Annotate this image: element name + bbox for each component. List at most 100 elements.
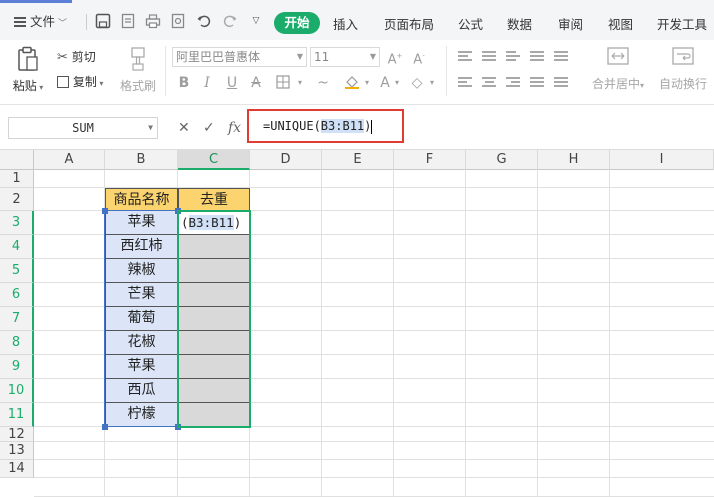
chevron-down-icon[interactable]: ▾	[296, 75, 304, 91]
column-header-e[interactable]: E	[322, 150, 394, 170]
bold-icon[interactable]: B	[177, 75, 191, 91]
print-icon[interactable]	[145, 13, 161, 29]
align-right-icon[interactable]	[506, 77, 520, 89]
column-header-d[interactable]: D	[250, 150, 322, 170]
row-header-7[interactable]: 7	[0, 307, 34, 331]
column-header-b[interactable]: B	[105, 150, 178, 170]
row-header-3[interactable]: 3	[0, 211, 34, 235]
active-cell-c3[interactable]: (B3:B11)	[178, 211, 250, 235]
align-top-icon[interactable]	[458, 51, 472, 63]
distributed-icon[interactable]	[554, 77, 568, 89]
cell-b7[interactable]: 葡萄	[105, 307, 178, 331]
tab-review[interactable]: 审阅	[558, 14, 583, 33]
range-resize-handle[interactable]	[102, 424, 108, 430]
tab-home[interactable]: 开始	[274, 12, 320, 34]
cell-b3[interactable]: 苹果	[105, 211, 178, 235]
cell-c11[interactable]	[178, 403, 250, 427]
align-middle-icon[interactable]	[482, 51, 496, 63]
paste-button[interactable]: 粘贴 ▾	[10, 46, 46, 102]
column-header-g[interactable]: G	[466, 150, 538, 170]
fill-color-icon[interactable]	[343, 75, 361, 91]
spreadsheet-grid[interactable]: ABCDEFGHI 1 2 3 4 5 6 7 8 9 10 11 12 13 14 商品名称 去重 苹果 (B…	[0, 150, 714, 497]
decrease-font-icon[interactable]: A-	[411, 48, 427, 67]
justify-icon[interactable]	[530, 77, 544, 89]
border-icon[interactable]	[274, 75, 292, 91]
cell-c5[interactable]	[178, 259, 250, 283]
wrap-text-button[interactable]: 自动换行	[654, 46, 712, 102]
quick-access-more-icon[interactable]: ▽	[248, 13, 264, 29]
strikethrough-icon[interactable]: A	[249, 75, 263, 91]
range-resize-handle[interactable]	[175, 424, 181, 430]
font-name-select[interactable]: 阿里巴巴普惠体 ▼	[172, 47, 307, 67]
align-bottom-icon[interactable]	[506, 51, 520, 63]
cell-b5[interactable]: 辣椒	[105, 259, 178, 283]
column-header-i[interactable]: I	[610, 150, 714, 170]
copy-button[interactable]: 复制 ▾	[57, 73, 103, 91]
cell-b11[interactable]: 柠檬	[105, 403, 178, 427]
cancel-formula-icon[interactable]: ✕	[178, 120, 190, 136]
font-size-select[interactable]: 11 ▼	[310, 47, 380, 67]
cell-b4[interactable]: 西红柿	[105, 235, 178, 259]
align-left-icon[interactable]	[458, 77, 472, 89]
name-box[interactable]: SUM ▼	[8, 117, 158, 139]
cell-b9[interactable]: 苹果	[105, 355, 178, 379]
tab-developer[interactable]: 开发工具	[657, 14, 707, 33]
column-header-c[interactable]: C	[178, 150, 250, 170]
row-header-13[interactable]: 13	[0, 442, 34, 460]
row-header-8[interactable]: 8	[0, 331, 34, 355]
italic-icon[interactable]: I	[200, 75, 214, 91]
row-header-5[interactable]: 5	[0, 259, 34, 283]
file-menu[interactable]: 文件 ﹀	[14, 12, 67, 32]
range-resize-handle[interactable]	[175, 208, 181, 214]
row-header-10[interactable]: 10	[0, 379, 34, 403]
confirm-formula-icon[interactable]: ✓	[203, 120, 215, 136]
select-all-corner[interactable]	[0, 150, 34, 170]
chevron-down-icon[interactable]: ▾	[428, 75, 436, 91]
chevron-down-icon[interactable]: ▾	[393, 75, 401, 91]
row-header-6[interactable]: 6	[0, 283, 34, 307]
row-header-14[interactable]: 14	[0, 460, 34, 478]
column-header-h[interactable]: H	[538, 150, 610, 170]
format-painter-button[interactable]: 格式刷	[118, 46, 158, 102]
column-header-f[interactable]: F	[394, 150, 466, 170]
chevron-down-icon[interactable]: ▾	[363, 75, 371, 91]
cell-c4[interactable]	[178, 235, 250, 259]
row-header-1[interactable]: 1	[0, 170, 34, 188]
export-pdf-icon[interactable]	[120, 13, 136, 29]
undo-icon[interactable]	[196, 13, 212, 29]
cell-c6[interactable]	[178, 283, 250, 307]
cell-b8[interactable]: 花椒	[105, 331, 178, 355]
column-header-a[interactable]: A	[34, 150, 105, 170]
merge-center-button[interactable]: 合并居中▾	[588, 46, 648, 102]
redo-icon[interactable]	[222, 13, 238, 29]
row-header-11[interactable]: 11	[0, 403, 34, 427]
header-cell-product-name[interactable]: 商品名称	[105, 188, 178, 211]
save-icon[interactable]	[95, 13, 111, 29]
cell-c9[interactable]	[178, 355, 250, 379]
indent-decrease-icon[interactable]	[554, 51, 568, 63]
insert-function-icon[interactable]: fx	[228, 120, 241, 136]
cell-b10[interactable]: 西瓜	[105, 379, 178, 403]
underline-icon[interactable]: U	[225, 75, 239, 91]
font-color-icon[interactable]: A	[378, 75, 392, 91]
row-header-2[interactable]: 2	[0, 188, 34, 211]
header-cell-dedupe[interactable]: 去重	[178, 188, 250, 211]
row-header-12[interactable]: 12	[0, 427, 34, 442]
tab-insert[interactable]: 插入	[333, 14, 358, 33]
cut-button[interactable]: ✂ 剪切	[57, 48, 96, 66]
row-header-4[interactable]: 4	[0, 235, 34, 259]
cell-c7[interactable]	[178, 307, 250, 331]
eraser-icon[interactable]: ◇	[409, 75, 425, 91]
row-header-9[interactable]: 9	[0, 355, 34, 379]
cell-b6[interactable]: 芒果	[105, 283, 178, 307]
print-preview-icon[interactable]	[170, 13, 186, 29]
cell-c8[interactable]	[178, 331, 250, 355]
wave-icon[interactable]: ~	[315, 75, 331, 91]
increase-font-icon[interactable]: A+	[387, 48, 403, 67]
tab-data[interactable]: 数据	[507, 14, 532, 33]
tab-page-layout[interactable]: 页面布局	[384, 14, 434, 33]
tab-view[interactable]: 视图	[608, 14, 633, 33]
cell-c10[interactable]	[178, 379, 250, 403]
tab-formulas[interactable]: 公式	[458, 14, 483, 33]
indent-increase-icon[interactable]	[530, 51, 544, 63]
